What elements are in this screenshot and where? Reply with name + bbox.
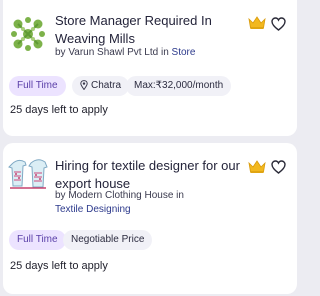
location-tag: Chatra — [72, 76, 130, 98]
crown-icon — [248, 16, 266, 30]
days-left-text: 25 days left to apply — [10, 260, 108, 272]
location-pin-icon — [80, 78, 88, 98]
crown-icon — [248, 160, 266, 174]
heart-outline-icon[interactable] — [271, 17, 286, 31]
company-text: by Modern Clothing House in — [55, 190, 184, 201]
salary-tag: Negotiable Price — [63, 230, 153, 250]
job-company: by Modern Clothing House in Textile Desi… — [55, 189, 245, 217]
category-link[interactable]: Store — [172, 47, 196, 58]
days-left-text: 25 days left to apply — [10, 104, 108, 116]
company-text: by Varun Shawl Pvt Ltd in — [55, 47, 172, 58]
heart-outline-icon[interactable] — [271, 160, 286, 174]
t-shirts-logo-icon — [8, 156, 48, 196]
job-title[interactable]: Store Manager Required In Weaving Mills — [55, 12, 240, 48]
location-label: Chatra — [91, 80, 122, 91]
category-link[interactable]: Textile Designing — [55, 204, 131, 215]
job-type-tag: Full Time — [9, 76, 66, 96]
job-card[interactable]: Hiring for textile designer for our expo… — [3, 143, 297, 294]
job-title[interactable]: Hiring for textile designer for our expo… — [55, 157, 245, 193]
job-type-tag: Full Time — [9, 230, 66, 250]
green-knot-logo-icon — [8, 14, 48, 54]
job-company: by Varun Shawl Pvt Ltd in Store — [55, 46, 255, 60]
job-card[interactable]: Store Manager Required In Weaving Mills … — [3, 0, 297, 136]
salary-tag: Max:₹32,000/month — [126, 76, 232, 96]
